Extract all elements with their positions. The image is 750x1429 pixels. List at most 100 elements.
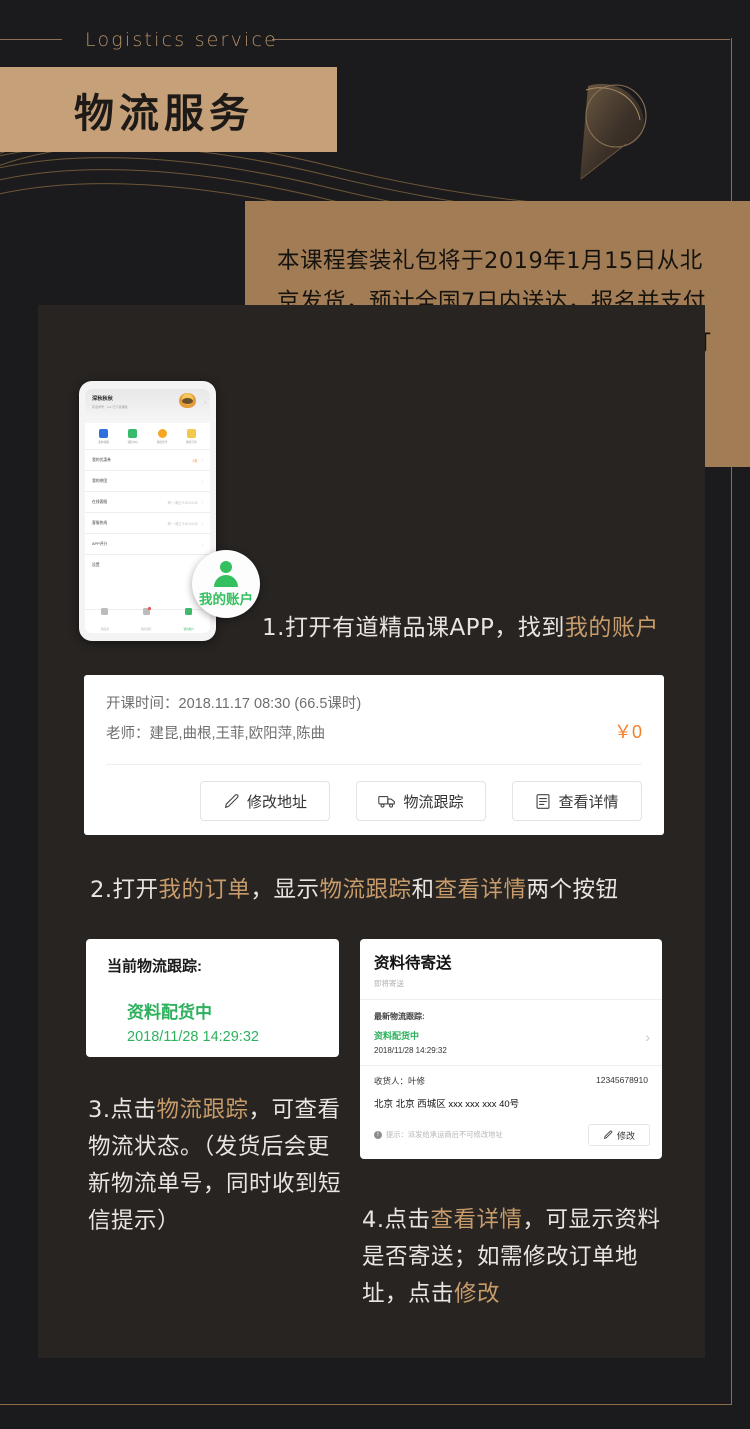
order-start-time: 开课时间：2018.11.17 08:30 (66.5课时) bbox=[106, 692, 642, 713]
step-1-highlight: 我的账户 bbox=[564, 615, 659, 641]
step-3-highlight-1: 物流跟踪 bbox=[156, 1097, 249, 1123]
avatar bbox=[179, 393, 196, 408]
collection-icon bbox=[99, 429, 109, 438]
account-icon bbox=[185, 608, 193, 615]
person-icon bbox=[213, 560, 239, 587]
nav-item-courses[interactable]: 精品课 bbox=[101, 608, 109, 633]
cone-decoration-icon bbox=[580, 83, 647, 180]
shipment-detail-card: 资料待寄送 即将寄送 最新物流跟踪: 资料配货中 2018/11/28 14:2… bbox=[360, 939, 662, 1159]
info-icon: ! bbox=[374, 1131, 382, 1139]
phone-account-header: 深秋秋秋 有道学号：xxx 已下载课程 › bbox=[85, 389, 210, 423]
order-teacher-value: 建昆,曲根,王菲,欧阳萍,陈曲 bbox=[149, 726, 326, 742]
list-item-label: 设置 bbox=[92, 562, 100, 567]
nav-label: 我的账户 bbox=[183, 628, 194, 631]
nav-label: 精品课 bbox=[101, 628, 109, 631]
address-hint: ! 提示：派发给承运商后不可修改地址 bbox=[374, 1130, 503, 1140]
my-account-badge-label: 我的账户 bbox=[199, 591, 253, 608]
edit-address-button[interactable]: 修改地址 bbox=[200, 781, 330, 821]
step-2-text-4: 两个按钮 bbox=[526, 877, 619, 903]
edit-address-small-button[interactable]: 修改 bbox=[588, 1124, 650, 1146]
current-tracking-timestamp: 2018/11/28 14:29:32 bbox=[127, 1029, 259, 1045]
list-item-value: 周一-周日 9:00-24:00 bbox=[167, 521, 198, 526]
quick-icon-item[interactable]: 我的订单 bbox=[179, 429, 203, 444]
phone-list-item[interactable]: APP评分 › bbox=[85, 533, 210, 554]
latest-tracking-status: 资料配货中 bbox=[374, 1031, 420, 1041]
step-2-highlight-1: 我的订单 bbox=[158, 877, 251, 903]
phone-screen: 深秋秋秋 有道学号：xxx 已下载课程 › 我的收藏 课程中心 我的奖学 我的订… bbox=[85, 389, 210, 633]
header-english-label: Logistics service bbox=[85, 29, 279, 51]
phone-quick-icons: 我的收藏 课程中心 我的奖学 我的订单 bbox=[85, 423, 210, 449]
phone-list-item[interactable]: 在线客服 周一-周日 9:00-24:00 › bbox=[85, 491, 210, 512]
shipment-status-subtitle: 即将寄送 bbox=[374, 979, 404, 988]
phone-list-item[interactable]: 我的优惠券 2张 › bbox=[85, 449, 210, 470]
current-tracking-card: 当前物流跟踪: 资料配货中 2018/11/28 14:29:32 bbox=[86, 939, 339, 1057]
step-4-highlight-1: 查看详情 bbox=[430, 1207, 523, 1233]
step-2-caption: 2.打开我的订单，显示物流跟踪和查看详情两个按钮 bbox=[90, 872, 619, 904]
order-card: 开课时间：2018.11.17 08:30 (66.5课时) 老师：建昆,曲根,… bbox=[84, 675, 664, 835]
quick-icon-label: 我的订单 bbox=[186, 441, 197, 444]
course-center-icon bbox=[128, 429, 138, 438]
step-4-text-1: 4.点击 bbox=[362, 1207, 431, 1233]
list-item-label: 我的优惠券 bbox=[92, 457, 111, 462]
step-3-text-1: 3.点击 bbox=[88, 1097, 157, 1123]
pencil-icon bbox=[224, 793, 239, 808]
order-start-time-label: 开课时间： bbox=[106, 696, 179, 712]
current-tracking-status: 资料配货中 bbox=[127, 1003, 212, 1022]
view-details-label: 查看详情 bbox=[558, 793, 619, 811]
order-icon bbox=[186, 429, 196, 438]
logistics-service-page: Logistics service 物流服务 本课程套装礼包将于2019年1月1… bbox=[0, 0, 750, 1429]
list-item-label: APP评分 bbox=[92, 541, 108, 546]
step-2-highlight-2: 物流跟踪 bbox=[319, 877, 412, 903]
latest-tracking-label: 最新物流跟踪: bbox=[374, 1012, 425, 1021]
list-item-label: 在线客服 bbox=[92, 499, 108, 504]
step-2-text-1: 2.打开 bbox=[90, 877, 159, 903]
order-teacher: 老师：建昆,曲根,王菲,欧阳萍,陈曲 bbox=[106, 722, 642, 743]
latest-tracking-row[interactable]: 最新物流跟踪: 资料配货中 2018/11/28 14:29:32 › bbox=[360, 1000, 662, 1065]
phone-list-item[interactable]: 设置 bbox=[85, 554, 210, 575]
page-title: 物流服务 bbox=[74, 90, 254, 137]
nav-item-my-account[interactable]: 我的账户 bbox=[184, 608, 194, 633]
edit-address-label: 修改地址 bbox=[246, 793, 307, 811]
phone-bottom-nav: 精品课 我的课程 我的账户 bbox=[85, 607, 210, 633]
pencil-icon bbox=[604, 1130, 613, 1139]
order-teacher-label: 老师： bbox=[106, 726, 150, 742]
truck-icon bbox=[378, 795, 396, 808]
header-rule-left bbox=[0, 39, 62, 40]
quick-icon-label: 课程中心 bbox=[127, 441, 139, 444]
step-2-text-3: 和 bbox=[411, 877, 435, 903]
step-3-caption: 3.点击物流跟踪，可查看物流状态。（发货后会更新物流单号，同时收到短信提示） bbox=[88, 1092, 343, 1240]
order-start-time-value: 2018.11.17 08:30 (66.5课时) bbox=[178, 696, 362, 712]
list-item-value: 周一-周日 9:00-24:00 bbox=[167, 500, 198, 505]
chevron-right-icon: › bbox=[201, 520, 204, 526]
star-icon bbox=[157, 429, 167, 438]
receiver-address: 北京 北京 西城区 xxx xxx xxx 40号 bbox=[374, 1099, 520, 1110]
phone-list-item[interactable]: 客服热线 周一-周日 9:00-24:00 › bbox=[85, 512, 210, 533]
shipment-detail-header: 资料待寄送 即将寄送 bbox=[360, 939, 662, 999]
step-1-text: 1.打开有道精品课APP，找到 bbox=[262, 615, 565, 641]
quick-icon-item[interactable]: 我的奖学 bbox=[150, 429, 174, 444]
logistics-tracking-button[interactable]: 物流跟踪 bbox=[356, 781, 486, 821]
chevron-right-icon: › bbox=[201, 457, 204, 463]
list-item-label: 我的拼团 bbox=[92, 478, 108, 483]
current-tracking-title: 当前物流跟踪: bbox=[107, 958, 202, 975]
nav-label: 我的课程 bbox=[141, 628, 152, 631]
order-actions: 修改地址 物流跟踪 查看详情 bbox=[84, 765, 664, 821]
list-item-value: 2张 bbox=[192, 458, 198, 463]
address-footer: ! 提示：派发给承运商后不可修改地址 修改 bbox=[360, 1110, 662, 1146]
chevron-right-icon: › bbox=[201, 541, 204, 547]
courses-icon bbox=[101, 608, 109, 615]
quick-icon-item[interactable]: 课程中心 bbox=[121, 429, 145, 444]
chevron-right-icon[interactable]: › bbox=[645, 1029, 650, 1045]
list-item-label: 客服热线 bbox=[92, 520, 108, 525]
step-2-text-2: ，显示 bbox=[250, 877, 320, 903]
logistics-tracking-label: 物流跟踪 bbox=[403, 793, 464, 811]
order-price: ￥0 bbox=[613, 722, 642, 742]
step-1-caption: 1.打开有道精品课APP，找到我的账户 bbox=[262, 608, 659, 642]
phone-list-item[interactable]: 我的拼团 › bbox=[85, 470, 210, 491]
quick-icon-item[interactable]: 我的收藏 bbox=[92, 429, 116, 444]
chevron-right-icon: › bbox=[204, 400, 206, 406]
phone-mockup: 深秋秋秋 有道学号：xxx 已下载课程 › 我的收藏 课程中心 我的奖学 我的订… bbox=[79, 381, 216, 641]
chevron-right-icon: › bbox=[201, 478, 204, 484]
view-details-button[interactable]: 查看详情 bbox=[512, 781, 642, 821]
nav-item-my-courses[interactable]: 我的课程 bbox=[141, 607, 152, 633]
